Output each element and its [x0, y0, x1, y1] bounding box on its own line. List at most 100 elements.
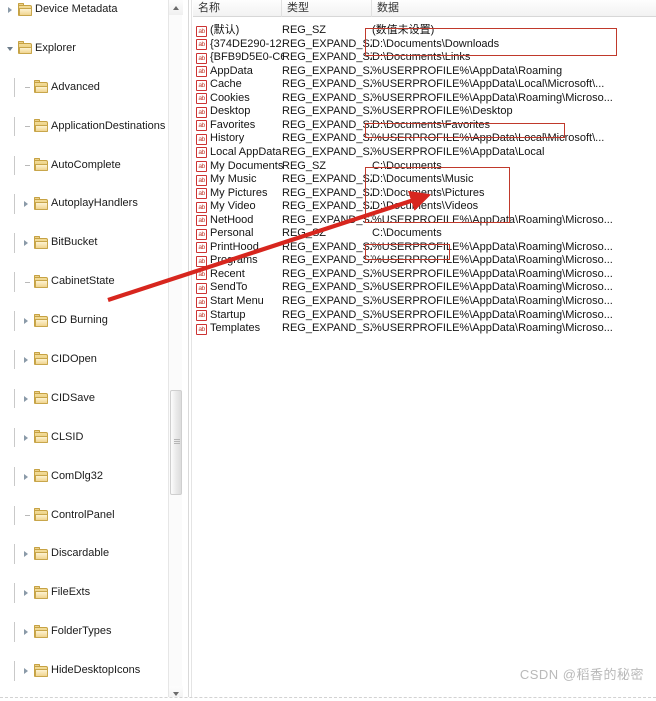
- value-row[interactable]: ab PrintHood REG_EXPAND_SZ %USERPROFILE%\Ap…: [193, 241, 656, 255]
- tree-expand-triangle-icon[interactable]: [22, 233, 33, 252]
- tree-item-label: AutoComplete: [51, 158, 121, 171]
- value-row[interactable]: ab{BFB9D5E0-C6...REG_EXPAND_SZD:\Documen…: [193, 51, 656, 65]
- value-row[interactable]: ab NetHood REG_EXPAND_SZ %USERPROFILE%\AppD…: [193, 214, 656, 228]
- tree-expand-triangle-icon[interactable]: [22, 194, 33, 213]
- value-data: %USERPROFILE%\AppData\Roaming\Microso...: [372, 213, 613, 226]
- tree-expand-triangle-icon[interactable]: [6, 0, 17, 19]
- value-row[interactable]: ab Desktop REG_EXPAND_SZ %USERPROFILE%\Desk…: [193, 105, 656, 119]
- value-row[interactable]: ab Programs REG_EXPAND_SZ %USERPROFILE%\App…: [193, 254, 656, 268]
- column-header-type[interactable]: 类型: [282, 0, 372, 17]
- registry-key-tree-pane[interactable]: Device Metadata Explorer Advanced Applicati…: [0, 0, 188, 701]
- tree-item-label: Explorer: [35, 41, 76, 54]
- value-row[interactable]: ab Personal REG_SZ C:\Documents: [193, 227, 656, 241]
- value-data: %USERPROFILE%\AppData\Roaming\Microso...: [372, 254, 613, 267]
- tree-expand-triangle-icon[interactable]: [22, 311, 33, 330]
- string-value-icon: ab: [196, 161, 207, 172]
- tree-expand-triangle-icon[interactable]: [22, 467, 33, 486]
- scroll-up-arrow-icon[interactable]: [169, 0, 183, 15]
- pane-splitter[interactable]: [188, 0, 192, 701]
- value-name: SendTo: [210, 281, 248, 294]
- tree-expand-triangle-icon[interactable]: [22, 583, 33, 602]
- tree-vertical-scrollbar[interactable]: [168, 0, 183, 701]
- tree-guide-line: [14, 661, 15, 681]
- value-row[interactable]: ab Favorites REG_EXPAND_SZ D:\Documents\Fav…: [193, 119, 656, 133]
- window-bottom-edge: [0, 697, 656, 701]
- tree-item-label: ApplicationDestinations: [51, 119, 166, 132]
- tree-item-hidedesktopicons[interactable]: HideDesktopIcons: [0, 661, 172, 681]
- tree-item-controlpanel[interactable]: ControlPanel: [0, 505, 172, 525]
- value-data: %USERPROFILE%\AppData\Local\Microsoft\..…: [372, 78, 605, 91]
- value-row[interactable]: ab AppData REG_EXPAND_SZ %USERPROFILE%\AppD…: [193, 65, 656, 79]
- tree-scrollbar-thumb[interactable]: [170, 390, 182, 495]
- tree-guide-line: [14, 311, 15, 331]
- value-data: %USERPROFILE%\AppData\Roaming\Microso...: [372, 267, 613, 280]
- tree-expand-triangle-icon[interactable]: [22, 622, 33, 641]
- string-value-icon: ab: [196, 269, 207, 281]
- folder-icon: [34, 663, 48, 677]
- value-list-header: 名称 类型 数据: [193, 0, 656, 17]
- tree-expand-triangle-icon[interactable]: [22, 661, 33, 680]
- value-row[interactable]: ab My Documents REG_SZ C:\Documents: [193, 160, 656, 174]
- value-row[interactable]: ab My Music REG_EXPAND_SZ D:\Documents\Musi…: [193, 173, 656, 187]
- tree-item-cd-burning[interactable]: CD Burning: [0, 311, 172, 331]
- tree-item-device-metadata[interactable]: Device Metadata: [0, 0, 172, 19]
- tree-item-label: BitBucket: [51, 236, 98, 249]
- folder-icon: [34, 624, 48, 638]
- value-row[interactable]: ab Startup REG_EXPAND_SZ %USERPROFILE%\AppD…: [193, 309, 656, 323]
- tree-item-discardable[interactable]: Discardable: [0, 544, 172, 564]
- registry-key-tree[interactable]: Device Metadata Explorer Advanced Applicati…: [0, 0, 172, 701]
- folder-icon: [18, 2, 32, 16]
- value-name: Personal: [210, 227, 254, 240]
- registry-value-list-pane[interactable]: 名称 类型 数据 ab (默认) REG_SZ (数值未设置) ab {374DE290-…: [193, 0, 656, 701]
- value-name: My Music: [210, 173, 257, 186]
- value-row[interactable]: ab Local AppData REG_EXPAND_SZ %USERPROFILE…: [193, 146, 656, 160]
- tree-item-cidopen[interactable]: CIDOpen: [0, 349, 172, 370]
- value-name: (默认): [210, 24, 240, 36]
- value-data: D:\Documents\Music: [372, 173, 474, 186]
- tree-item-fileexts[interactable]: FileExts: [0, 583, 172, 603]
- string-value-icon: ab: [196, 79, 207, 91]
- folder-icon: [34, 585, 48, 599]
- tree-item-applicationdestinations[interactable]: ApplicationDestinations: [0, 116, 172, 137]
- tree-item-label: ControlPanel: [51, 508, 115, 521]
- tree-item-comdlg32[interactable]: ComDlg32: [0, 466, 172, 487]
- value-row[interactable]: ab Start Menu REG_EXPAND_SZ %USERPROFILE%\A…: [193, 295, 656, 309]
- tree-item-foldertypes[interactable]: FolderTypes: [0, 622, 172, 642]
- value-row[interactable]: ab Cookies REG_EXPAND_SZ %USERPROFILE%\AppD…: [193, 92, 656, 106]
- tree-item-clsid[interactable]: CLSID: [0, 427, 172, 448]
- value-row[interactable]: ab Templates REG_EXPAND_SZ %USERPROFILE%\Ap…: [193, 322, 656, 336]
- tree-item-cabinetstate[interactable]: CabinetState: [0, 272, 172, 292]
- value-row[interactable]: ab My Video REG_EXPAND_SZ D:\Documents\Vide…: [193, 200, 656, 214]
- tree-expand-triangle-icon[interactable]: [22, 544, 33, 563]
- folder-icon: [34, 119, 48, 133]
- tree-expand-triangle-icon[interactable]: [22, 389, 33, 408]
- folder-icon: [34, 469, 48, 483]
- value-data: %USERPROFILE%\AppData\Roaming\Microso...: [372, 308, 613, 321]
- tree-item-cidsave[interactable]: CIDSave: [0, 388, 172, 409]
- value-row[interactable]: ab Cache REG_EXPAND_SZ %USERPROFILE%\AppDat…: [193, 78, 656, 92]
- string-value-icon: ab: [196, 255, 207, 267]
- value-row[interactable]: ab SendTo REG_EXPAND_SZ %USERPROFILE%\AppDa…: [193, 281, 656, 295]
- column-header-name[interactable]: 名称: [193, 0, 282, 17]
- value-name: PrintHood: [210, 240, 259, 253]
- tree-item-bitbucket[interactable]: BitBucket: [0, 233, 172, 253]
- tree-item-autoplayhandlers[interactable]: AutoplayHandlers: [0, 194, 172, 214]
- value-data: D:\Documents\Links: [372, 51, 471, 64]
- value-data: D:\Documents\Pictures: [372, 186, 485, 199]
- value-row[interactable]: ab (默认) REG_SZ (数值未设置): [193, 24, 656, 38]
- value-data: %USERPROFILE%\AppData\Roaming\Microso...: [372, 295, 613, 307]
- value-row[interactable]: ab My Pictures REG_EXPAND_SZ D:\Documents\P…: [193, 187, 656, 201]
- value-row[interactable]: ab Recent REG_EXPAND_SZ %USERPROFILE%\AppDa…: [193, 268, 656, 282]
- tree-collapse-triangle-icon[interactable]: [6, 39, 17, 58]
- string-value-icon: ab: [196, 282, 207, 294]
- column-header-data[interactable]: 数据: [372, 0, 656, 17]
- tree-item-advanced[interactable]: Advanced: [0, 77, 172, 98]
- tree-expand-triangle-icon[interactable]: [22, 350, 33, 369]
- string-value-icon: ab: [196, 310, 207, 322]
- tree-item-explorer[interactable]: Explorer: [0, 39, 172, 58]
- tree-item-autocomplete[interactable]: AutoComplete: [0, 155, 172, 175]
- tree-expand-triangle-icon[interactable]: [22, 428, 33, 447]
- value-row[interactable]: ab {374DE290-12... REG_EXPAND_SZ D:\Documen…: [193, 38, 656, 52]
- registry-editor-window: Device Metadata Explorer Advanced Applicati…: [0, 0, 656, 701]
- value-row[interactable]: ab History REG_EXPAND_SZ %USERPROFILE%\AppD…: [193, 132, 656, 146]
